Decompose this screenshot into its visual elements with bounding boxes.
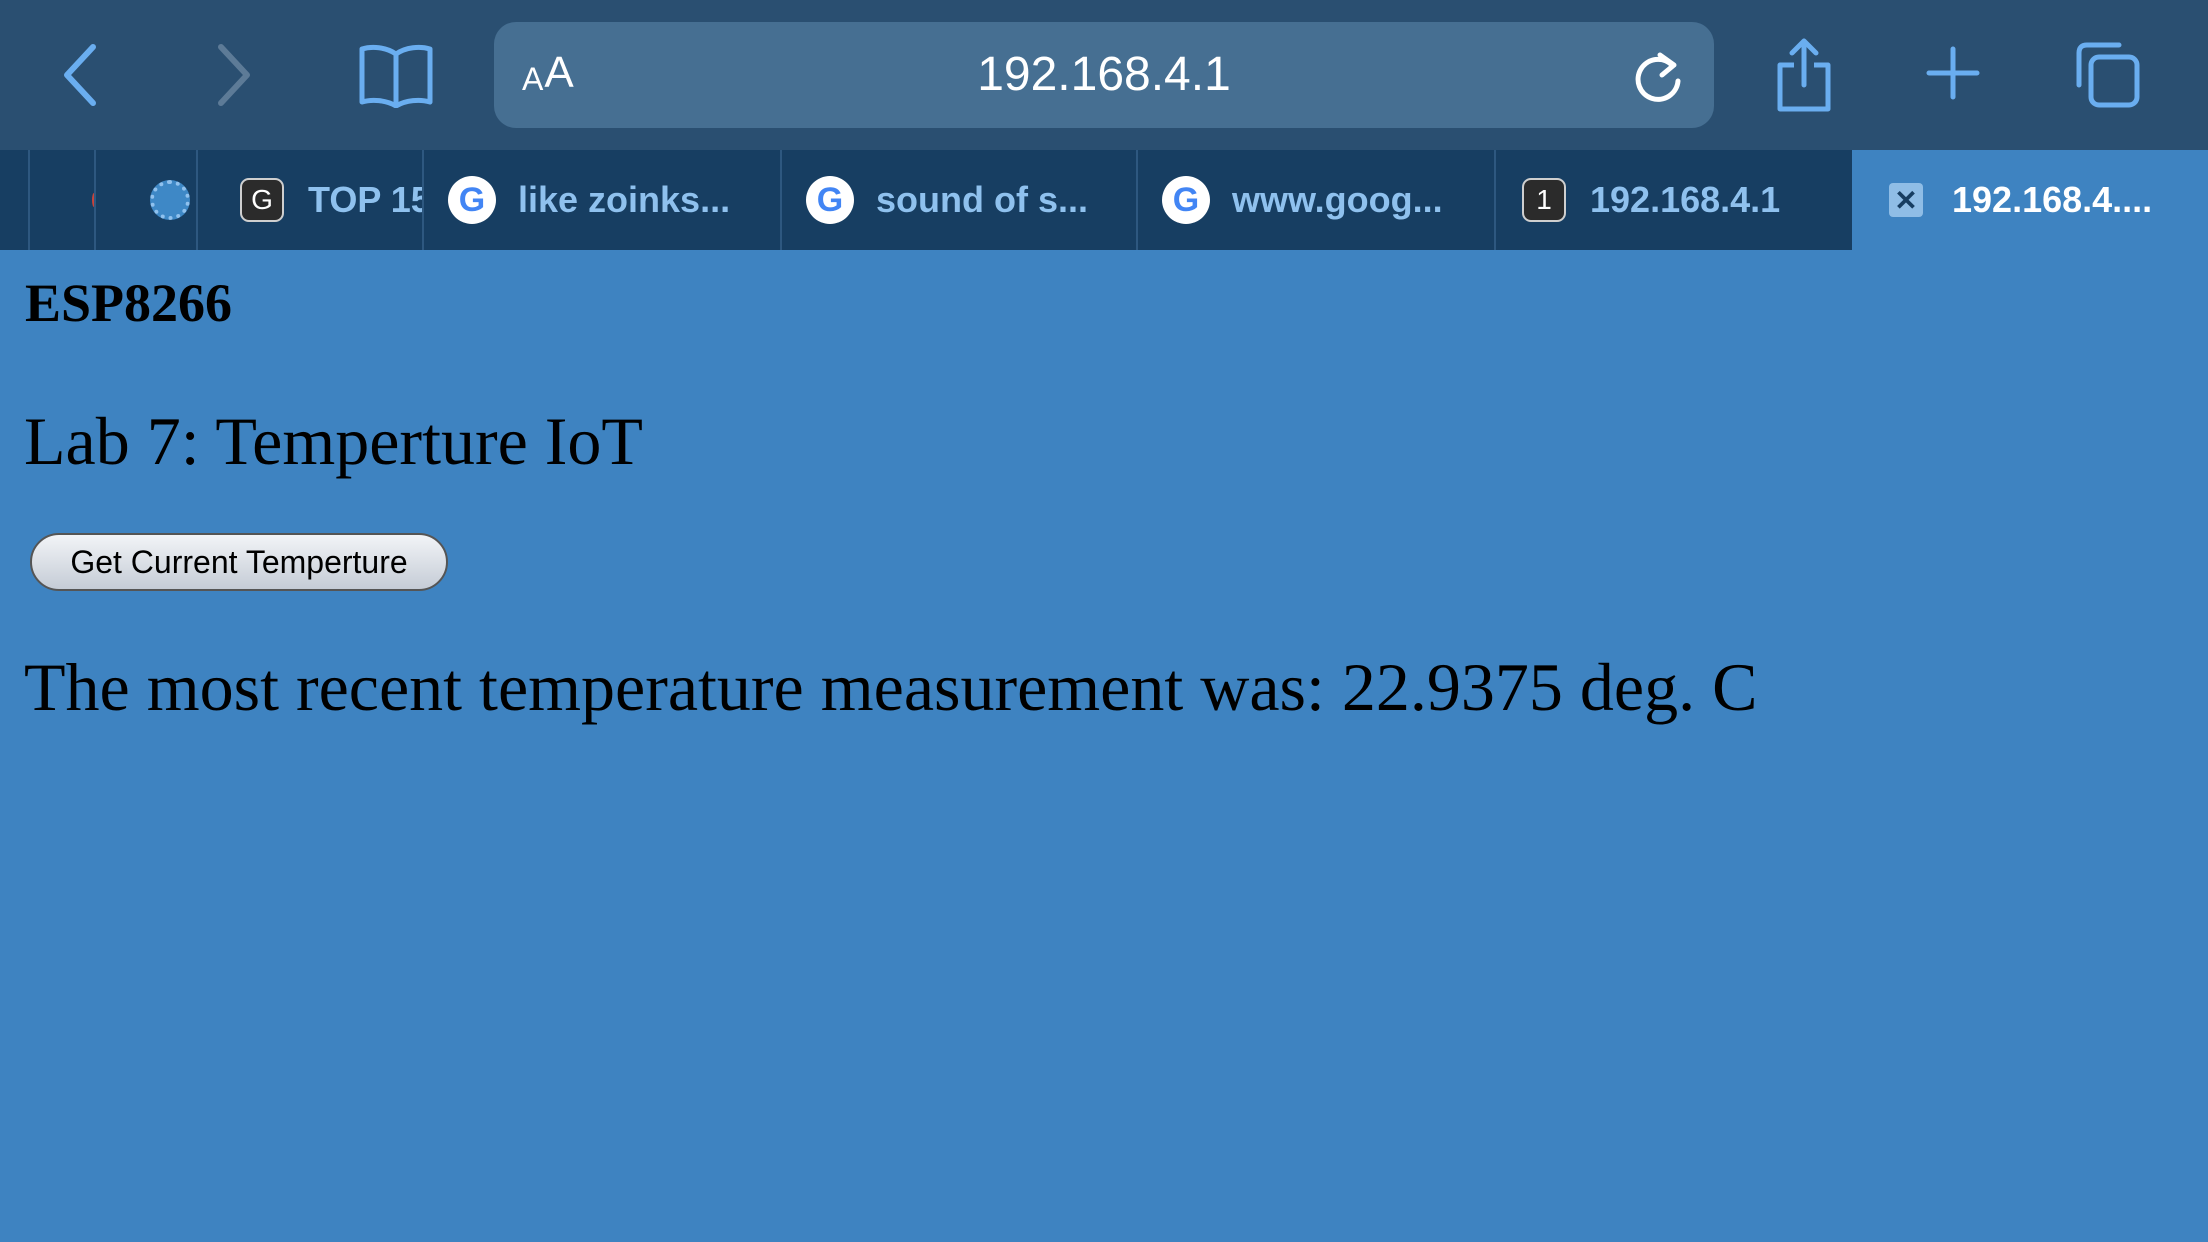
chevron-left-icon: [64, 44, 96, 106]
tab-active[interactable]: ✕ 192.168.4....: [1852, 150, 2208, 250]
tab-strip: G TOP 15 G like zoinks... G sound of s..…: [0, 150, 2208, 250]
book-icon: [359, 44, 433, 108]
tab-www-google[interactable]: G www.goog...: [1136, 150, 1496, 250]
tab-192-168-4-1[interactable]: 1 192.168.4.1: [1494, 150, 1852, 250]
tab-sound-of[interactable]: G sound of s...: [780, 150, 1138, 250]
tab-label: 192.168.4....: [1952, 179, 2153, 220]
plus-icon: [1926, 46, 1980, 100]
tab-label: TOP 15: [308, 179, 424, 220]
url-text[interactable]: 192.168.4.1: [494, 22, 1714, 128]
get-temperature-button[interactable]: Get Current Temperture: [30, 533, 448, 591]
share-icon: [1777, 38, 1831, 112]
tabs-icon: [2076, 42, 2140, 108]
web-page: ESP8266 Lab 7: Temperture IoT Get Curren…: [0, 250, 2208, 1242]
google-icon: G: [448, 176, 496, 224]
tab-overview-button[interactable]: [2072, 40, 2142, 110]
temperature-reading: The most recent temperature measurement …: [24, 649, 1758, 725]
bookmarks-button[interactable]: [356, 38, 436, 112]
google-icon: G: [1162, 176, 1210, 224]
google-icon: G: [806, 176, 854, 224]
tab-label: 192.168.4.1: [1590, 179, 1781, 220]
tab-label: sound of s...: [876, 179, 1088, 220]
reload-icon: [1635, 52, 1681, 102]
browser-toolbar: AA 192.168.4.1: [0, 0, 2208, 150]
page-subtitle: Lab 7: Temperture IoT: [24, 403, 643, 479]
reload-button[interactable]: [1632, 49, 1684, 110]
one-badge-icon: 1: [1520, 176, 1568, 224]
tab-top15[interactable]: G TOP 15: [196, 150, 424, 250]
loading-circle-icon: [150, 180, 190, 220]
g-letter-icon: G: [238, 176, 286, 224]
tab-pinned-2[interactable]: [94, 150, 198, 250]
tab-like-zoinks[interactable]: G like zoinks...: [422, 150, 782, 250]
new-tab-button[interactable]: [1924, 44, 1982, 102]
share-button[interactable]: [1772, 36, 1836, 114]
address-bar[interactable]: AA 192.168.4.1: [494, 22, 1714, 128]
tab-label: www.goog...: [1232, 179, 1443, 220]
back-button[interactable]: [54, 40, 104, 110]
tab-label: like zoinks...: [518, 179, 731, 220]
tab-pinned-1[interactable]: [28, 150, 96, 250]
chevron-right-icon: [218, 44, 250, 106]
forward-button[interactable]: [210, 40, 260, 110]
close-icon: ✕: [1889, 183, 1923, 217]
page-title: ESP8266: [25, 273, 233, 333]
close-tab-button[interactable]: ✕: [1882, 176, 1930, 224]
